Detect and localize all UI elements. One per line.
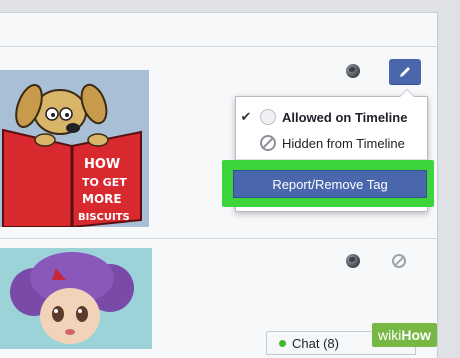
wikihow-watermark: wiki How <box>372 323 437 347</box>
chat-label: Chat (8) <box>292 335 339 351</box>
globe-icon[interactable] <box>346 64 360 78</box>
photo-thumbnail-doll[interactable] <box>0 248 152 349</box>
watermark-part1: wiki <box>378 327 402 343</box>
hidden-icon <box>260 135 276 151</box>
edit-tag-button[interactable] <box>389 59 421 85</box>
watermark-part2: How <box>401 327 431 343</box>
menu-item-label: Hidden from Timeline <box>282 135 405 151</box>
book-text: BISCUITS <box>78 212 130 223</box>
photo-thumbnail-dog[interactable]: HOW TO GET MORE BISCUITS <box>0 70 149 227</box>
book-text: HOW <box>84 157 120 172</box>
row-divider <box>0 46 437 47</box>
book-text: TO GET <box>82 176 127 189</box>
blocked-icon[interactable] <box>392 254 406 268</box>
pencil-icon <box>400 67 410 77</box>
book-text: MORE <box>82 192 122 206</box>
menu-item-label: Allowed on Timeline <box>282 109 408 125</box>
online-status-dot <box>279 339 286 347</box>
check-icon: ✔ <box>240 109 252 124</box>
menu-item-allowed-on-timeline[interactable]: ✔ Allowed on Timeline <box>236 105 427 129</box>
globe-icon[interactable] <box>346 254 360 268</box>
report-remove-tag-button[interactable]: Report/Remove Tag <box>233 170 427 198</box>
radio-icon <box>260 109 276 125</box>
row-divider <box>0 238 437 239</box>
menu-item-hidden-from-timeline[interactable]: Hidden from Timeline <box>236 131 427 155</box>
